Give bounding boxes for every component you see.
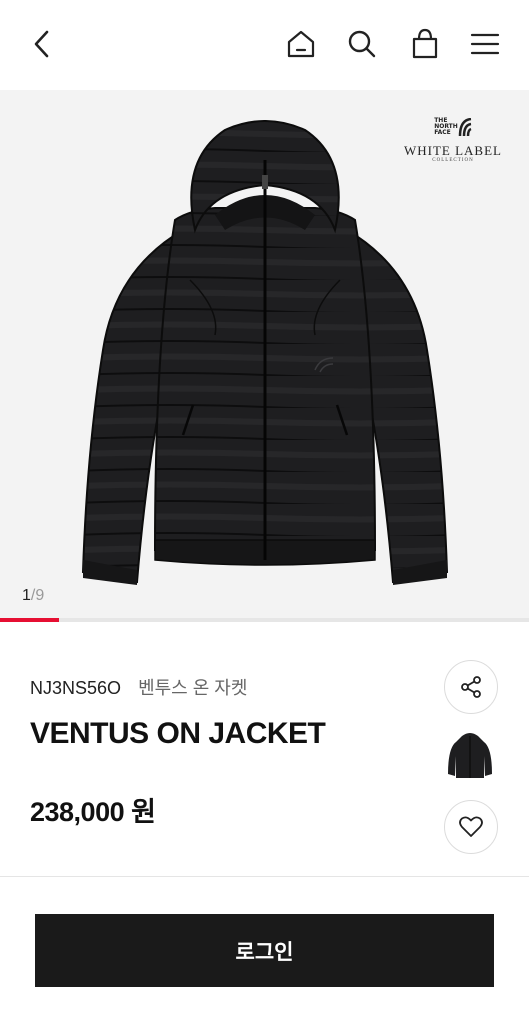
menu-icon [470, 33, 500, 55]
color-option-thumbnail[interactable] [440, 726, 500, 786]
product-image-gallery[interactable]: THE NORTH FACE WHITE LABEL COLLECTION 1/… [0, 90, 529, 622]
product-info: NJ3NS56O 벤투스 온 자켓 VENTUS ON JACKET 238,0… [0, 622, 529, 876]
section-divider [0, 876, 529, 877]
product-title: VENTUS ON JACKET [30, 717, 326, 750]
back-button[interactable] [21, 22, 65, 66]
counter-total: /9 [30, 587, 45, 604]
back-icon [34, 30, 49, 58]
share-button[interactable] [444, 660, 498, 714]
bag-button[interactable] [403, 22, 447, 66]
product-korean-name: 벤투스 온 자켓 [138, 678, 248, 698]
menu-button[interactable] [463, 22, 507, 66]
home-icon [287, 30, 315, 58]
image-counter: 1/9 [22, 587, 44, 605]
heart-icon [459, 816, 483, 837]
product-code: NJ3NS56O [30, 678, 122, 698]
product-code-row: NJ3NS56O 벤투스 온 자켓 [30, 674, 247, 700]
counter-current: 1 [22, 587, 31, 604]
search-icon [348, 30, 376, 58]
login-button[interactable]: 로그인 [35, 914, 494, 987]
bag-icon [412, 28, 438, 59]
product-price: 238,000 원 [30, 797, 156, 827]
home-button[interactable] [279, 22, 323, 66]
share-icon [461, 676, 481, 698]
search-button[interactable] [340, 22, 384, 66]
wishlist-button[interactable] [444, 800, 498, 854]
north-face-arc-icon [458, 118, 472, 136]
jacket-product-image [81, 120, 449, 585]
top-header [0, 0, 529, 90]
